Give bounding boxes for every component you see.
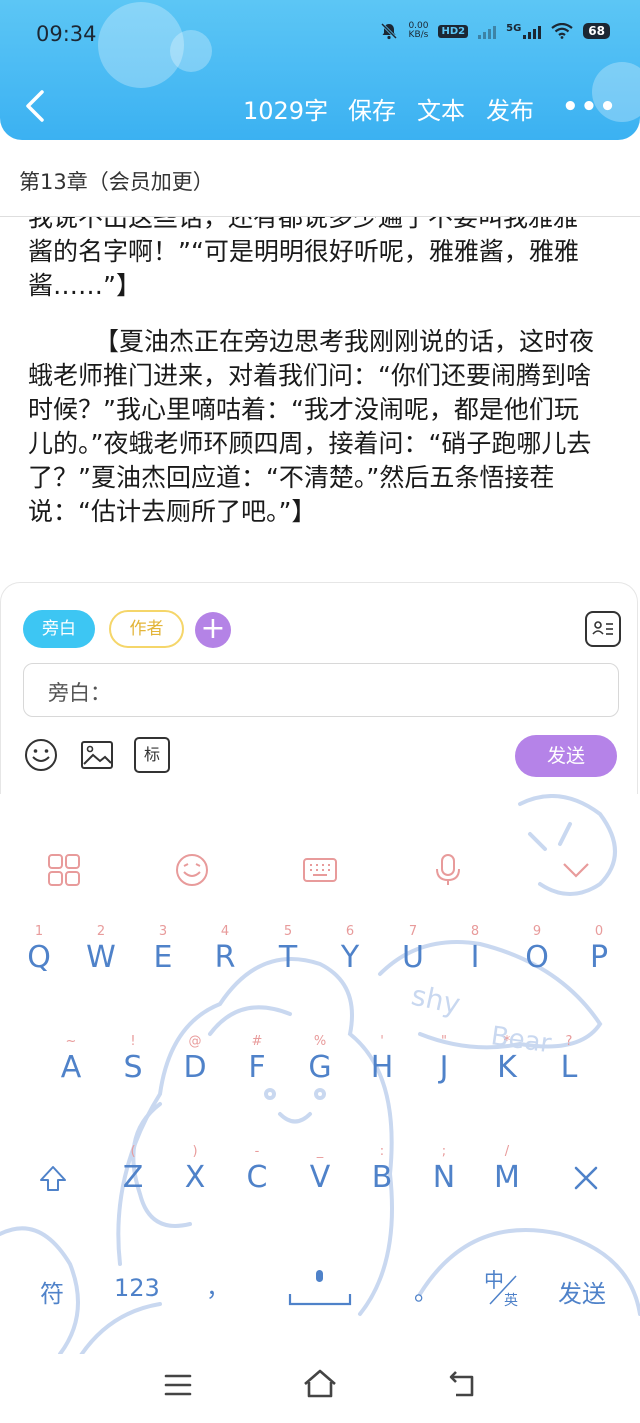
back-arrow-icon[interactable] — [22, 88, 52, 124]
key-v[interactable]: _ V — [289, 1144, 351, 1195]
key-n[interactable]: ; N — [413, 1144, 475, 1195]
keyboard-send-key[interactable]: 发送 — [558, 1274, 606, 1309]
key-c[interactable]: -C — [226, 1144, 288, 1195]
emoji-icon[interactable] — [23, 737, 59, 773]
key-u[interactable]: 7U — [382, 924, 444, 975]
image-icon[interactable] — [79, 737, 115, 773]
space-key[interactable] — [288, 1268, 352, 1306]
collapse-keyboard-icon[interactable] — [558, 852, 594, 888]
delete-icon[interactable] — [572, 1164, 600, 1192]
key-t[interactable]: 5T — [257, 924, 319, 975]
tag-button[interactable]: 标 — [134, 737, 170, 773]
key-a[interactable]: ~ A — [40, 1034, 102, 1085]
key-r[interactable]: 4R — [194, 924, 256, 975]
home-icon[interactable] — [302, 1368, 338, 1400]
battery-indicator: 68 — [583, 23, 610, 39]
decor-text: shy — [409, 979, 464, 1021]
signal-weak-icon — [478, 23, 497, 39]
key-h[interactable]: ' H — [351, 1034, 413, 1085]
key-i[interactable]: 8I — [444, 924, 506, 975]
mute-bell-icon — [381, 22, 398, 40]
key-z[interactable]: (Z — [102, 1144, 164, 1195]
key-q[interactable]: 1Q — [8, 924, 70, 975]
more-menu-button[interactable]: ••• — [562, 92, 618, 122]
net-speed: 0.00 KB/s — [408, 21, 429, 40]
chapter-title-bar[interactable]: 第13章（会员加更） — [0, 140, 640, 217]
word-count: 1029字 — [243, 97, 329, 125]
wifi-icon — [551, 23, 573, 39]
emoji-keyboard-icon[interactable] — [174, 852, 210, 888]
key-f[interactable]: # F — [226, 1034, 288, 1085]
composer-send-button[interactable]: 发送 — [515, 735, 617, 777]
key-g[interactable]: % G — [289, 1034, 351, 1085]
menu-icon[interactable] — [163, 1372, 193, 1398]
text-button[interactable]: 文本 — [417, 91, 465, 126]
paragraph: 【夏油杰正在旁边思考我刚刚说的话，这时夜蛾老师推门进来，对着我们问：“你们还要闹… — [28, 327, 595, 526]
publish-button[interactable]: 发布 — [486, 91, 534, 126]
status-bar: 09:34 0.00 KB/s HD2 5G 68 — [0, 0, 640, 70]
key-o[interactable]: 9O — [506, 924, 568, 975]
keyboard: shy Bear 1Q 2W 3E 4R 5T 6Y 7U 8I 9O 0P ~… — [0, 794, 640, 1354]
app-header: 09:34 0.00 KB/s HD2 5G 68 1029字 保存 文本 发布… — [0, 0, 640, 140]
key-y[interactable]: 6Y — [319, 924, 381, 975]
key-j[interactable]: " J — [413, 1034, 475, 1085]
key-b[interactable]: :B — [351, 1144, 413, 1195]
back-nav-icon[interactable] — [446, 1370, 478, 1400]
hd-badge: HD2 — [438, 24, 469, 38]
editor-content[interactable]: 我说不出这些话，还有都说多少遍了不要叫我雅雅酱的名字啊！”“可是明明很好听呢，雅… — [0, 217, 640, 582]
role-card-icon — [592, 621, 613, 635]
key-k[interactable]: * K — [476, 1034, 538, 1085]
key-w[interactable]: 2W — [70, 924, 132, 975]
key-m[interactable]: / M — [476, 1144, 538, 1195]
microphone-icon[interactable] — [430, 852, 466, 888]
author-chip[interactable]: 作者 — [109, 610, 184, 648]
chapter-title: 第13章（会员加更） — [19, 170, 214, 194]
symbols-key[interactable]: 符 — [40, 1274, 64, 1309]
signal-5g-icon: 5G — [506, 23, 542, 39]
shift-icon[interactable] — [38, 1164, 68, 1194]
dialogue-composer: 旁白 作者 + 旁白： 标 发送 — [0, 582, 638, 794]
key-p[interactable]: 0P — [568, 924, 630, 975]
lang-en: 英 — [504, 1293, 518, 1309]
key-x[interactable]: ) X — [164, 1144, 226, 1195]
apps-grid-icon[interactable] — [46, 852, 82, 888]
numbers-key[interactable]: 123 — [114, 1274, 160, 1302]
role-list-button[interactable] — [585, 611, 621, 647]
input-placeholder: 旁白： — [48, 681, 111, 705]
status-time: 09:34 — [36, 22, 97, 46]
period-key[interactable]: 。 — [414, 1272, 438, 1307]
key-s[interactable]: ! S — [102, 1034, 164, 1085]
add-role-button[interactable]: + — [195, 612, 231, 648]
narration-chip[interactable]: 旁白 — [23, 610, 95, 648]
key-d[interactable]: @ D — [164, 1034, 226, 1085]
space-mic-icon — [288, 1270, 352, 1306]
save-button[interactable]: 保存 — [348, 91, 396, 126]
dialogue-input[interactable]: 旁白： — [23, 663, 619, 717]
keyboard-layout-icon[interactable] — [302, 852, 338, 888]
comma-key[interactable]: ， — [206, 1268, 230, 1303]
key-e[interactable]: 3E — [132, 924, 194, 975]
language-switch-key[interactable]: 中 英 — [484, 1264, 524, 1310]
key-l[interactable]: ? L — [538, 1034, 600, 1085]
paragraph: 我说不出这些话，还有都说多少遍了不要叫我雅雅酱的名字啊！”“可是明明很好听呢，雅… — [28, 217, 579, 300]
system-nav-bar — [0, 1354, 640, 1423]
